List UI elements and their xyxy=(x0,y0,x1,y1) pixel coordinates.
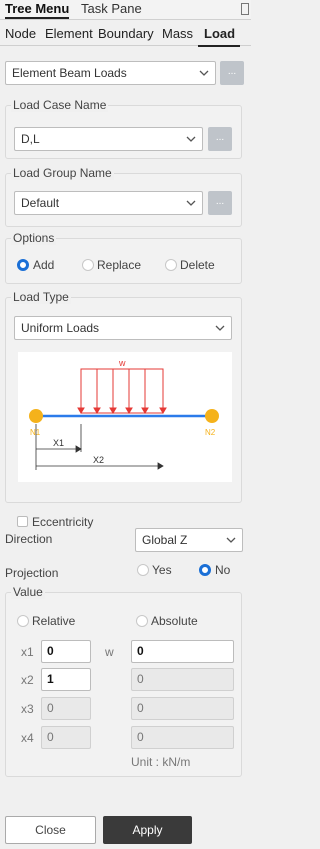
load-group-value: Default xyxy=(21,196,60,210)
x2-input[interactable]: 1 xyxy=(41,668,91,691)
projection-no-label: No xyxy=(215,563,231,577)
option-add-label: Add xyxy=(33,258,55,272)
x2-label: x2 xyxy=(21,673,34,687)
tab-task-pane[interactable]: Task Pane xyxy=(81,1,142,16)
diagram-x1-label: X1 xyxy=(53,438,64,448)
tab-node[interactable]: Node xyxy=(5,26,36,41)
load-category-more-button[interactable]: ... xyxy=(220,61,244,85)
load-type-title: Load Type xyxy=(11,290,71,304)
direction-label: Direction xyxy=(5,532,53,546)
tab-element[interactable]: Element xyxy=(45,26,93,41)
option-replace-radio[interactable] xyxy=(82,259,94,271)
chevron-down-icon xyxy=(199,70,209,76)
x1-label: x1 xyxy=(21,645,34,659)
x4-input[interactable]: 0 xyxy=(41,726,91,749)
tab-mass[interactable]: Mass xyxy=(162,26,193,41)
load-category-select[interactable]: Element Beam Loads xyxy=(5,61,216,85)
load-group-more-button[interactable]: ... xyxy=(208,191,232,215)
eccentricity-label: Eccentricity xyxy=(32,515,94,529)
tab-boundary[interactable]: Boundary xyxy=(98,26,154,41)
pin-icon[interactable] xyxy=(241,3,249,15)
option-delete-label: Delete xyxy=(180,258,215,272)
chevron-down-icon xyxy=(215,325,225,331)
x1-input[interactable]: 0 xyxy=(41,640,91,663)
w3-input[interactable]: 0 xyxy=(131,697,234,720)
load-case-select[interactable]: D,L xyxy=(14,127,203,151)
load-group-select[interactable]: Default xyxy=(14,191,203,215)
projection-yes-label: Yes xyxy=(152,563,172,577)
chevron-down-icon xyxy=(186,136,196,142)
w2-input[interactable]: 0 xyxy=(131,668,234,691)
value-title: Value xyxy=(11,585,45,599)
x4-label: x4 xyxy=(21,731,34,745)
load-group-title: Load Group Name xyxy=(11,166,114,180)
w1-input[interactable]: 0 xyxy=(131,640,234,663)
w-label: w xyxy=(105,645,114,659)
absolute-radio[interactable] xyxy=(136,615,148,627)
options-title: Options xyxy=(11,231,57,245)
diagram-w-label: w xyxy=(118,358,126,368)
option-delete-radio[interactable] xyxy=(165,259,177,271)
direction-select[interactable]: Global Z xyxy=(135,528,243,552)
load-category-value: Element Beam Loads xyxy=(12,66,127,80)
projection-no-radio[interactable] xyxy=(199,564,211,576)
load-type-value: Uniform Loads xyxy=(21,321,100,335)
load-case-more-button[interactable]: ... xyxy=(208,127,232,151)
chevron-down-icon xyxy=(186,200,196,206)
x3-input[interactable]: 0 xyxy=(41,697,91,720)
load-type-select[interactable]: Uniform Loads xyxy=(14,316,232,340)
absolute-label: Absolute xyxy=(151,614,198,628)
unit-label: Unit : kN/m xyxy=(131,755,191,769)
w4-input[interactable]: 0 xyxy=(131,726,234,749)
uniform-load-diagram: w N1 N2 X1 X2 xyxy=(18,352,232,482)
eccentricity-checkbox[interactable] xyxy=(17,516,28,527)
chevron-down-icon xyxy=(226,537,236,543)
direction-value: Global Z xyxy=(142,533,188,547)
close-button[interactable]: Close xyxy=(5,816,96,844)
sub-tab-bar: Node Element Boundary Mass Load xyxy=(0,22,251,46)
projection-yes-radio[interactable] xyxy=(137,564,149,576)
active-tab-indicator xyxy=(198,45,240,47)
diagram-x2-label: X2 xyxy=(93,455,104,465)
projection-label: Projection xyxy=(5,566,59,580)
top-tab-bar: Tree Menu Task Pane xyxy=(0,0,251,20)
diagram-n1-label: N1 xyxy=(30,428,41,437)
apply-button[interactable]: Apply xyxy=(103,816,192,844)
x3-label: x3 xyxy=(21,702,34,716)
load-case-value: D,L xyxy=(21,132,40,146)
load-case-title: Load Case Name xyxy=(11,98,109,112)
relative-label: Relative xyxy=(32,614,76,628)
option-replace-label: Replace xyxy=(97,258,142,272)
tab-load[interactable]: Load xyxy=(204,26,235,41)
tab-tree-menu[interactable]: Tree Menu xyxy=(5,1,70,19)
relative-radio[interactable] xyxy=(17,615,29,627)
diagram-n2-label: N2 xyxy=(205,428,216,437)
option-add-radio[interactable] xyxy=(17,259,29,271)
